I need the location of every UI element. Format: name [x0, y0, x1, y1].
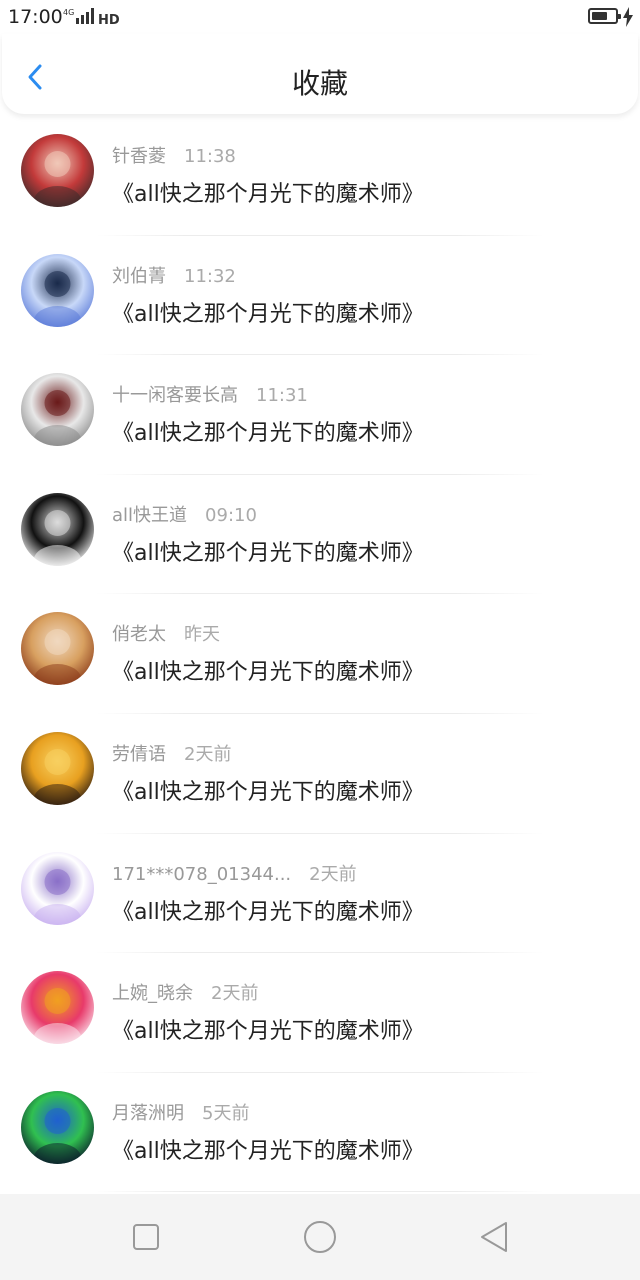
square-icon	[133, 1224, 159, 1250]
avatar[interactable]	[21, 1090, 94, 1164]
timestamp: 2天前	[309, 863, 357, 885]
network-label: 4G	[63, 8, 74, 17]
avatar[interactable]	[21, 253, 94, 327]
item-title[interactable]: 《all快之那个月光下的魔术师》	[112, 296, 424, 328]
item-meta: all快王道 09:10	[112, 501, 257, 527]
timestamp: 11:31	[256, 385, 308, 407]
charging-icon	[623, 7, 633, 27]
hd-label: HD	[98, 13, 120, 26]
list-item[interactable]: all快王道 09:10 《all快之那个月光下的魔术师》	[0, 475, 640, 595]
divider	[96, 1191, 544, 1193]
item-title[interactable]: 《all快之那个月光下的魔术师》	[112, 1013, 424, 1045]
circle-icon	[304, 1221, 336, 1253]
username[interactable]: all快王道	[112, 505, 187, 526]
list-item[interactable]: 劳倩语 2天前《all快之那个月光下的魔术师》	[0, 714, 640, 834]
username[interactable]: 171***078_01344...	[112, 864, 291, 885]
page-title: 收藏	[291, 67, 348, 100]
list-item[interactable]: 十一闲客要长高 11:31 《all快之那个月光下的魔术师》	[0, 355, 640, 475]
item-title[interactable]: 《all快之那个月光下的魔术师》	[112, 654, 424, 686]
avatar[interactable]	[21, 612, 94, 686]
list-item[interactable]: 上婉_晓余 2天前《all快之那个月光下的魔术师》	[0, 953, 640, 1073]
list-item[interactable]: 171***078_01344... 2天前《all快之那个月光下的魔术师》	[0, 834, 640, 954]
avatar[interactable]	[21, 134, 94, 207]
item-meta: 俏老太 昨天	[112, 620, 220, 646]
list-item[interactable]: 俏老太 昨天《all快之那个月光下的魔术师》	[0, 594, 640, 714]
item-meta: 刘伯菁 11:32	[112, 262, 236, 288]
item-meta: 劳倩语 2天前	[112, 740, 231, 766]
item-title[interactable]: 《all快之那个月光下的魔术师》	[112, 774, 424, 806]
avatar[interactable]	[21, 373, 94, 447]
header: 收藏	[2, 34, 638, 114]
list-item[interactable]: 针香菱 11:38 《all快之那个月光下的魔术师》	[0, 116, 640, 236]
item-meta: 171***078_01344... 2天前	[112, 860, 357, 886]
item-title[interactable]: 《all快之那个月光下的魔术师》	[112, 415, 424, 447]
item-title[interactable]: 《all快之那个月光下的魔术师》	[112, 535, 424, 567]
list-item[interactable]: 刘伯菁 11:32 《all快之那个月光下的魔术师》	[0, 236, 640, 356]
item-meta: 针香菱 11:38	[112, 142, 236, 168]
username[interactable]: 十一闲客要长高	[112, 385, 238, 406]
timestamp: 11:38	[184, 146, 236, 167]
username[interactable]: 刘伯菁	[112, 266, 166, 287]
avatar[interactable]	[21, 731, 94, 805]
timestamp: 2天前	[211, 983, 259, 1005]
home-button[interactable]	[300, 1217, 340, 1257]
username[interactable]: 针香菱	[112, 146, 166, 167]
battery-icon	[588, 8, 621, 24]
username[interactable]: 上婉_晓余	[112, 983, 193, 1004]
signal-icon: 4G HD	[63, 8, 120, 26]
item-meta: 上婉_晓余 2天前	[112, 979, 258, 1005]
timestamp: 5天前	[202, 1102, 250, 1124]
item-meta: 十一闲客要长高 11:31	[112, 381, 308, 407]
item-title[interactable]: 《all快之那个月光下的魔术师》	[112, 894, 424, 926]
favorites-screen: 17:00 4G HD 收藏 针香菱 11:38 《all快之那个月光下的魔术师》刘…	[0, 0, 640, 1280]
avatar[interactable]	[21, 492, 94, 566]
timestamp: 11:32	[184, 265, 236, 287]
item-title[interactable]: 《all快之那个月光下的魔术师》	[112, 176, 424, 208]
timestamp: 09:10	[205, 504, 257, 526]
status-time: 17:00	[8, 6, 63, 28]
username[interactable]: 俏老太	[112, 624, 166, 645]
battery-level	[592, 12, 608, 20]
timestamp: 2天前	[184, 743, 232, 765]
item-title[interactable]: 《all快之那个月光下的魔术师》	[112, 1133, 424, 1165]
favorites-list: 针香菱 11:38 《all快之那个月光下的魔术师》 刘伯菁 11:32 《all快之那个…	[0, 116, 640, 1193]
item-meta: 月落洲明 5天前	[112, 1099, 249, 1125]
timestamp: 昨天	[184, 624, 220, 646]
username[interactable]: 月落洲明	[112, 1103, 184, 1124]
navigation-bar	[0, 1194, 640, 1280]
status-bar: 17:00 4G HD	[0, 0, 640, 34]
list-item[interactable]: 月落洲明 5天前《all快之那个月光下的魔术师》	[0, 1073, 640, 1193]
username[interactable]: 劳倩语	[112, 744, 166, 765]
recent-apps-button[interactable]	[128, 1219, 164, 1255]
avatar[interactable]	[21, 971, 94, 1045]
triangle-back-icon	[481, 1222, 507, 1252]
avatar[interactable]	[21, 851, 94, 925]
back-nav-button[interactable]	[476, 1219, 512, 1255]
